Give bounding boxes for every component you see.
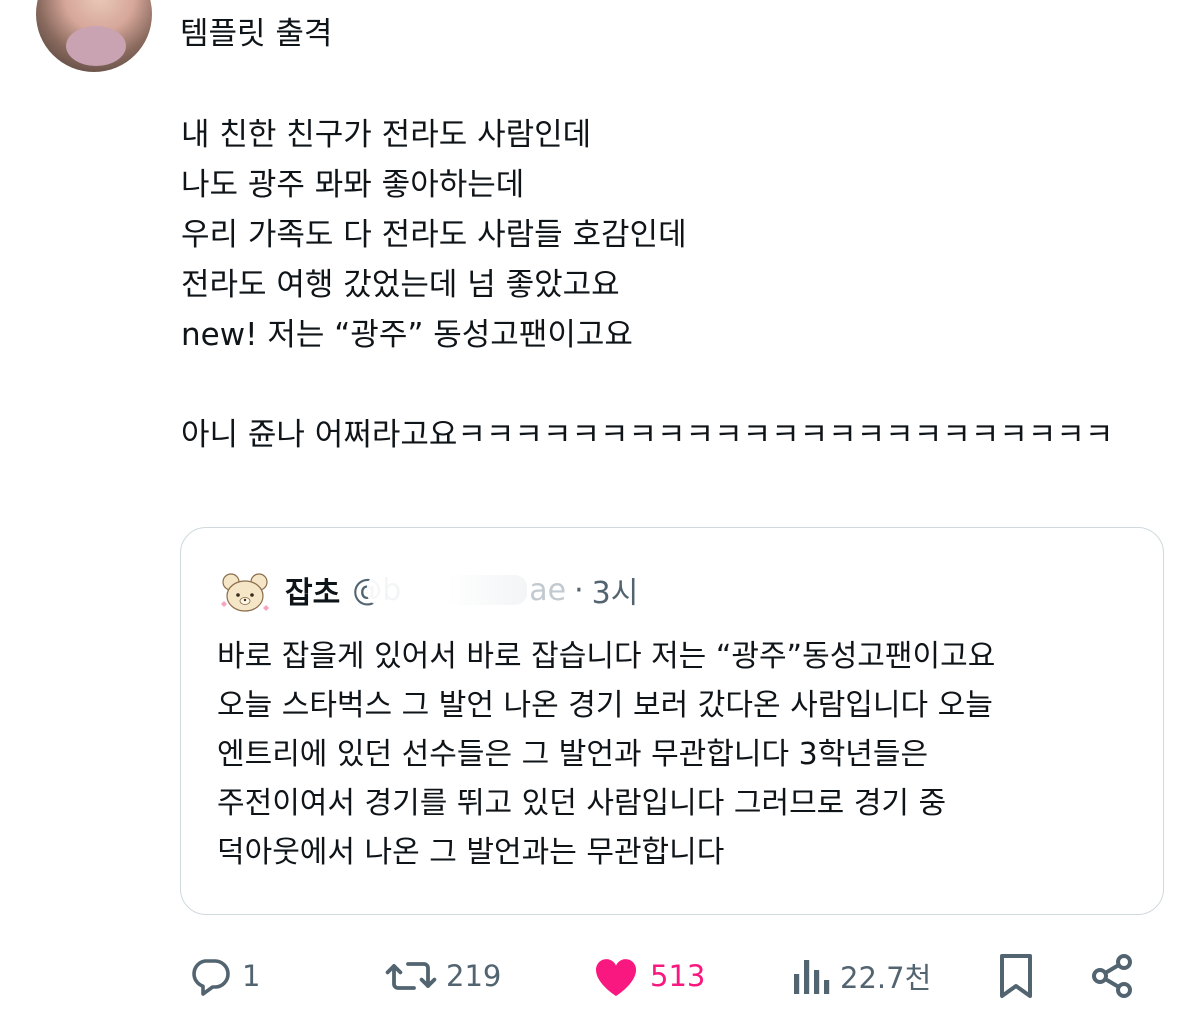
share-button[interactable] <box>1088 944 1136 1008</box>
post-text: 내 친한 친구가 전라도 사람인데 나도 광주 뫄뫄 좋아하는데 우리 가족도 … <box>181 117 1114 453</box>
handle-redaction <box>367 575 528 605</box>
views-button[interactable]: 22.7천 <box>790 944 931 1008</box>
heart-icon <box>595 959 637 996</box>
repost-button[interactable]: 219 <box>384 944 501 1008</box>
repost-count: 219 <box>446 959 502 993</box>
quoted-author-handle-tail: ae <box>529 572 567 608</box>
quoted-post-time[interactable]: 3시 <box>592 568 639 612</box>
bookmark-icon <box>1000 954 1032 998</box>
reply-button[interactable]: 1 <box>186 944 260 1008</box>
author-name[interactable]: 템플릿 출격 <box>180 12 332 56</box>
separator-dot: · <box>574 572 584 608</box>
repost-icon <box>385 962 437 990</box>
reply-icon <box>192 959 230 996</box>
views-icon <box>794 960 830 994</box>
like-count: 513 <box>650 959 706 993</box>
reply-count: 1 <box>242 959 261 993</box>
views-count: 22.7천 <box>840 961 932 995</box>
bear-avatar-icon[interactable] <box>219 572 271 616</box>
author-avatar[interactable] <box>36 0 152 72</box>
quoted-post-header: 잡초 @b ae · 3시 <box>285 568 638 612</box>
share-icon <box>1092 954 1132 998</box>
quoted-author-name[interactable]: 잡초 <box>285 568 340 612</box>
quoted-post-card[interactable]: 잡초 @b ae · 3시 바로 잡을게 있어서 바로 잡습니다 저는 “광주”… <box>180 527 1164 915</box>
bookmark-button[interactable] <box>994 944 1038 1008</box>
like-button[interactable]: 513 <box>590 944 705 1008</box>
quoted-post-text: 바로 잡을게 있어서 바로 잡습니다 저는 “광주”동성고팬이고요 오늘 스타벅… <box>217 639 996 870</box>
action-bar: 1 219 513 22.7천 <box>0 944 1200 1008</box>
